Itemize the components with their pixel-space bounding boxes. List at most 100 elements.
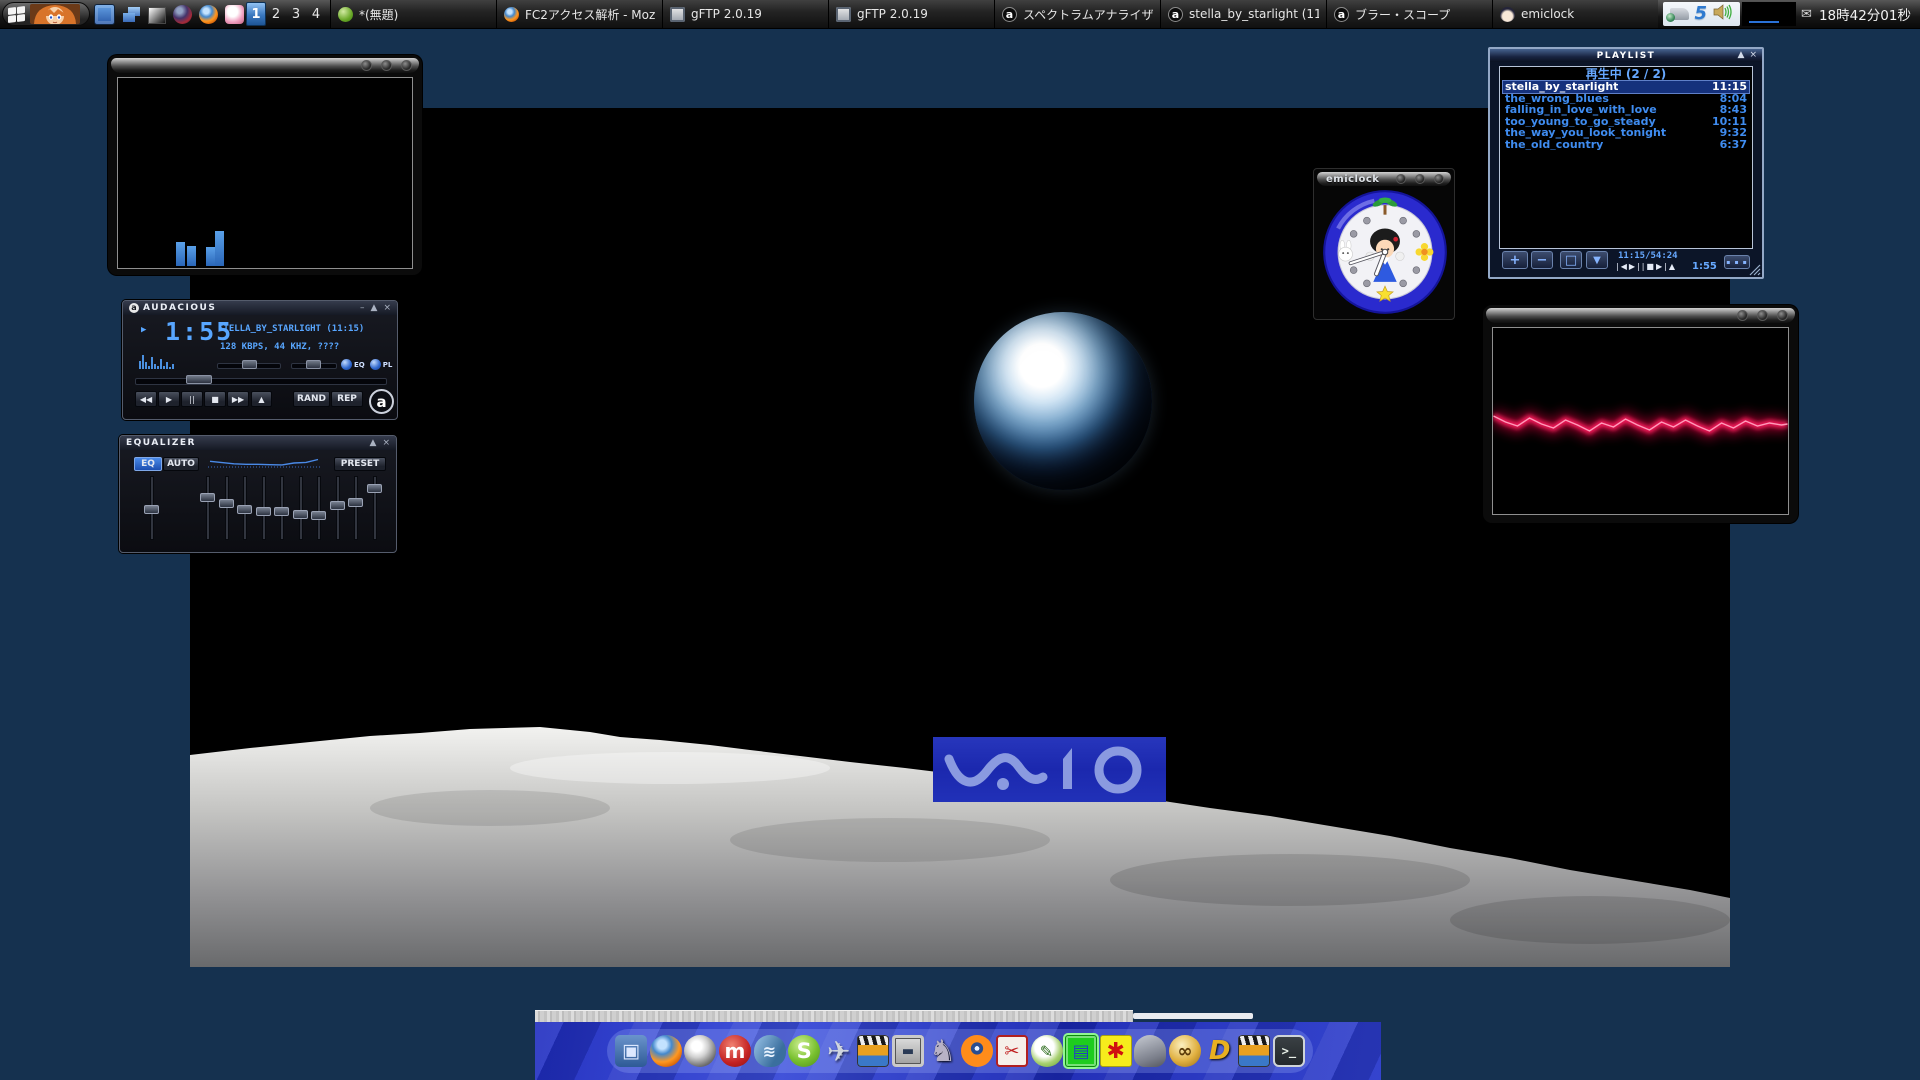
window-button-icon[interactable] [401, 60, 412, 71]
workspace-4[interactable]: 4 [306, 2, 326, 26]
transport-button-icon[interactable]: ◀◀ [135, 391, 157, 407]
transport-button-icon[interactable]: ▶▶ [227, 391, 249, 407]
minimize-icon[interactable]: – [360, 304, 365, 313]
playlist-select-button[interactable]: □ [1560, 251, 1582, 269]
window-button-icon[interactable] [1777, 310, 1788, 321]
eq-band-slider-3[interactable] [237, 476, 252, 540]
rand-button[interactable]: RAND [293, 391, 330, 407]
slider-handle[interactable] [200, 493, 215, 502]
mail-icon[interactable]: ✉ [1801, 7, 1812, 22]
balance-slider[interactable] [217, 363, 281, 369]
printer-network-icon[interactable] [1670, 8, 1689, 20]
close-icon[interactable]: × [382, 439, 390, 448]
pl-toggle-label[interactable]: PL [383, 361, 393, 369]
eject-button[interactable]: ▲ [251, 391, 272, 407]
web-globe-icon[interactable] [684, 1035, 716, 1067]
balance-knob[interactable] [242, 360, 257, 369]
manta-icon[interactable] [1134, 1035, 1166, 1067]
shade-icon[interactable]: ▲ [370, 439, 377, 448]
workspace-2[interactable]: 2 [266, 2, 286, 26]
eq-band-slider-7[interactable] [311, 476, 326, 540]
seek-bar[interactable] [135, 378, 387, 385]
emiclock-face[interactable] [1321, 188, 1449, 316]
blender-icon[interactable] [961, 1035, 993, 1067]
bluefish-icon[interactable]: ≋ [754, 1035, 786, 1067]
eq-band-slider-8[interactable] [330, 476, 345, 540]
chip-window-icon[interactable]: ▤ [1065, 1035, 1097, 1067]
playlist-add-button[interactable]: + [1502, 251, 1528, 269]
slider-handle[interactable] [348, 498, 363, 507]
playlist-track-row[interactable]: stella_by_starlight11:15 [1503, 81, 1749, 93]
window-button-icon[interactable] [1396, 174, 1406, 184]
paper-plane-icon[interactable]: ✈ [823, 1035, 855, 1067]
playlist-track-row[interactable]: the_wrong_blues8:04 [1503, 93, 1749, 105]
transport-button-icon[interactable]: || [181, 391, 203, 407]
playlist-transport-icon[interactable]: ▶| [1656, 262, 1669, 271]
eq-on-button[interactable]: EQ [134, 457, 162, 471]
window-button-icon[interactable] [361, 60, 372, 71]
track-marquee[interactable]: STELLA_BY_STARLIGHT (11:15) [218, 324, 390, 334]
playlist-track-row[interactable]: the_way_you_look_tonight9:32 [1503, 127, 1749, 139]
blur-scope-titlebar[interactable] [1486, 308, 1795, 323]
playlist-titlebar[interactable]: PLAYLIST ▲ × [1490, 49, 1762, 62]
terminal-icon[interactable]: >_ [1273, 1035, 1305, 1067]
gold-ribbon-icon[interactable]: D [1204, 1035, 1236, 1067]
playlist-track-row[interactable]: falling_in_love_with_love8:43 [1503, 104, 1749, 116]
screens-dock-icon[interactable]: ▣ [615, 1035, 647, 1067]
chess-knight-icon[interactable]: ♞ [927, 1035, 959, 1067]
slider-handle[interactable] [330, 501, 345, 510]
taskbar-task[interactable]: aブラー・スコープ [1326, 0, 1492, 28]
spectrum-titlebar[interactable] [111, 58, 419, 73]
preamp-slider[interactable] [144, 476, 159, 540]
eq-auto-button[interactable]: AUTO [163, 457, 199, 471]
mini-visualizer[interactable] [139, 353, 187, 369]
seek-knob[interactable] [186, 375, 212, 384]
slider-handle[interactable] [256, 507, 271, 516]
skype-icon[interactable]: S [788, 1035, 820, 1067]
shade-icon[interactable]: ▲ [371, 304, 378, 313]
taskbar-task[interactable]: astella_by_starlight (11:1... [1160, 0, 1326, 28]
window-button-icon[interactable] [1434, 174, 1444, 184]
slider-handle[interactable] [274, 507, 289, 516]
speaker-icon[interactable] [1713, 4, 1733, 24]
playlist-transport-icon[interactable]: ▲ [1669, 262, 1677, 271]
swirl-icon[interactable]: 5 [1695, 5, 1708, 23]
eq-band-slider-6[interactable] [293, 476, 308, 540]
workspace-1[interactable]: 1 [246, 2, 266, 26]
playlist-transport-icon[interactable]: || [1637, 262, 1646, 271]
show-desktop-icon[interactable] [94, 4, 115, 25]
movie-player-icon[interactable] [1238, 1035, 1270, 1067]
playlist-track-row[interactable]: the_old_country6:37 [1503, 139, 1749, 151]
resize-grip[interactable] [1747, 262, 1761, 276]
emiclock-titlebar[interactable]: emiclock [1317, 172, 1451, 186]
taskbar-task[interactable]: gFTP 2.0.19 [662, 0, 828, 28]
transport-button-icon[interactable]: ▶ [158, 391, 180, 407]
slider-handle[interactable] [293, 510, 308, 519]
eq-band-slider-5[interactable] [274, 476, 289, 540]
close-icon[interactable]: × [383, 304, 391, 313]
volume-knob[interactable] [306, 360, 321, 369]
audacious-titlebar[interactable]: a AUDACIOUS – ▲ × [123, 301, 397, 315]
pink-app-icon[interactable] [225, 5, 244, 24]
notes-icon[interactable]: ✎ [1031, 1035, 1063, 1067]
window-button-icon[interactable] [1415, 174, 1425, 184]
window-button-icon[interactable] [1737, 310, 1748, 321]
close-icon[interactable]: × [1749, 50, 1757, 61]
playlist-remove-button[interactable]: − [1531, 251, 1553, 269]
window-button-icon[interactable] [1757, 310, 1768, 321]
start-button[interactable] [2, 2, 90, 26]
eq-band-slider-4[interactable] [256, 476, 271, 540]
playlist-track-list[interactable]: 再生中 (2 / 2) stella_by_starlight11:15the_… [1499, 66, 1753, 249]
monitor-icon[interactable]: ▬ [892, 1035, 924, 1067]
window-button-icon[interactable] [381, 60, 392, 71]
preset-button[interactable]: PRESET [334, 457, 386, 471]
playlist-transport-icon[interactable]: |◀ [1616, 262, 1629, 271]
eq-band-slider-10[interactable] [367, 476, 382, 540]
firefox-icon[interactable] [650, 1035, 682, 1067]
slider-handle[interactable] [311, 511, 326, 520]
sphere-app-icon[interactable] [173, 5, 192, 24]
links-icon[interactable]: ∞ [1169, 1035, 1201, 1067]
slider-handle[interactable] [237, 505, 252, 514]
maxthon-m-icon[interactable]: m [719, 1035, 751, 1067]
tray-mini-window[interactable] [1742, 2, 1796, 26]
